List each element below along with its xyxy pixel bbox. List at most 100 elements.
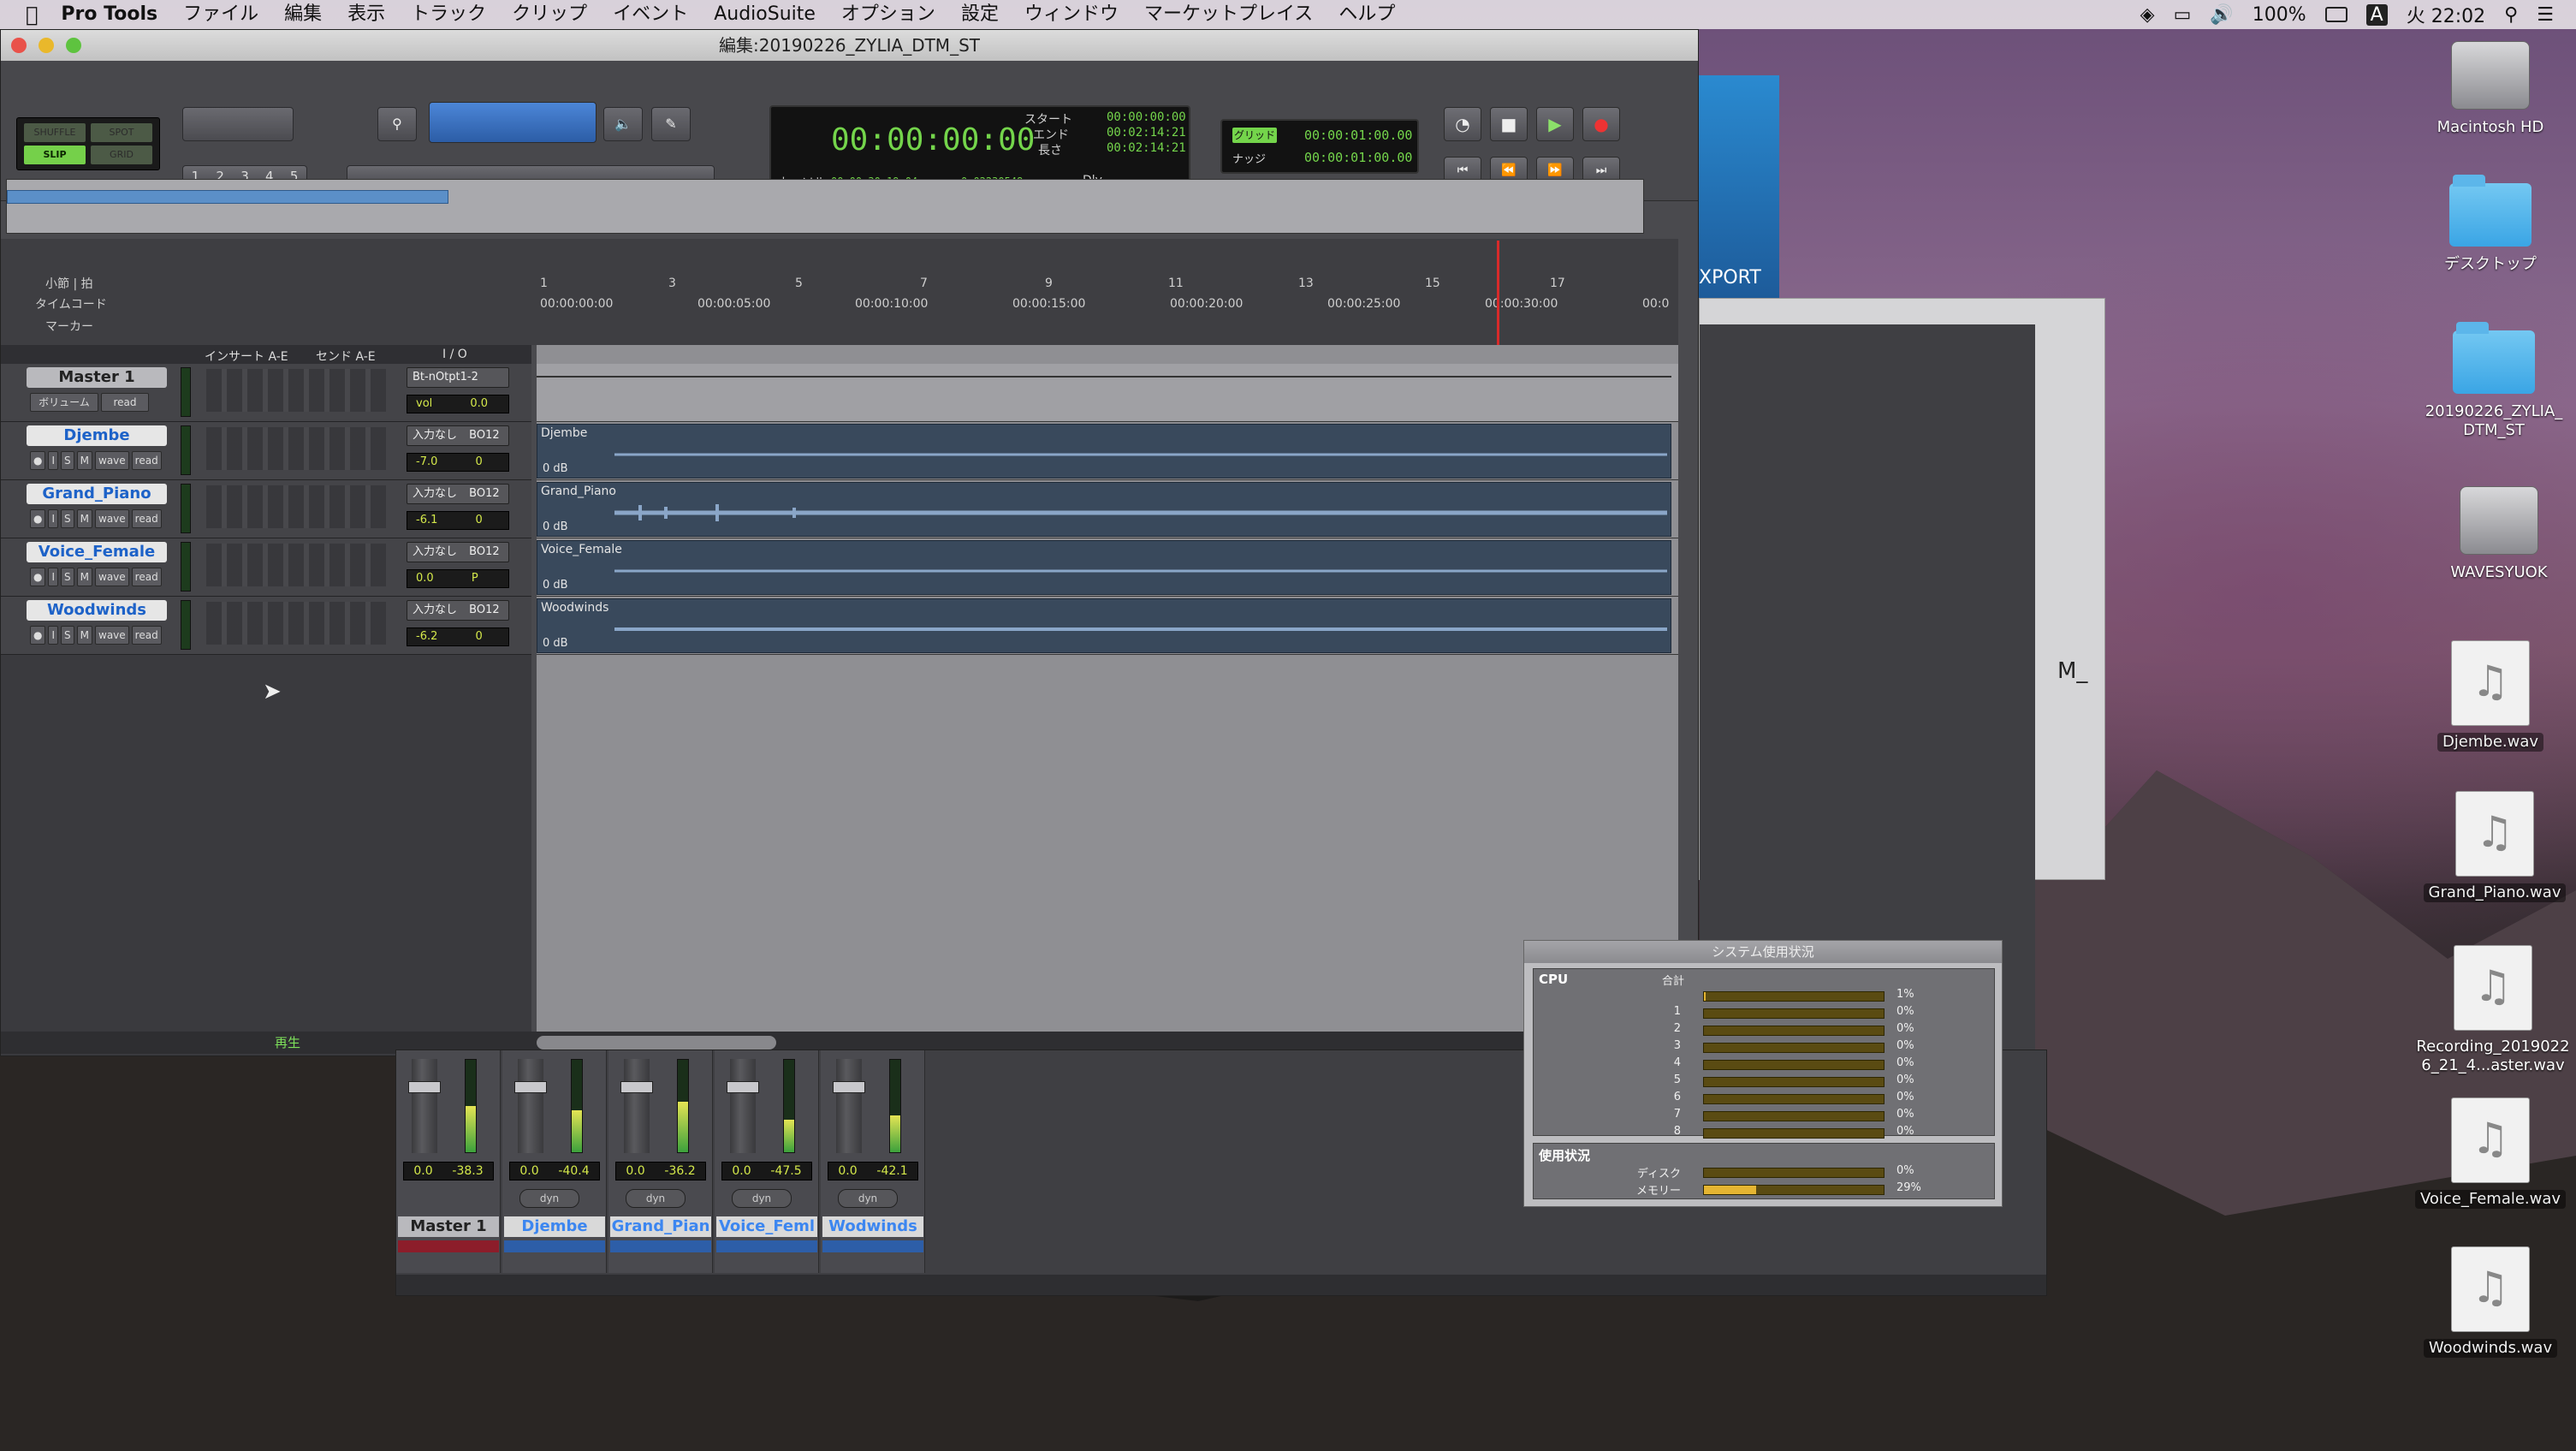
track-name[interactable]: Djembe	[27, 425, 167, 446]
mixer-strip[interactable]: 0.0 -36.2 dyn Grand_Pian	[608, 1050, 713, 1273]
record-enable-button[interactable]: ●	[30, 626, 46, 645]
insert-slots[interactable]	[206, 427, 386, 470]
zoomer-tool-button[interactable]: ⚲	[377, 107, 417, 141]
menu-setup[interactable]: 設定	[948, 0, 1012, 29]
strip-name[interactable]: Grand_Pian	[610, 1216, 711, 1237]
spotlight-icon[interactable]: ⚲	[2504, 4, 2518, 26]
strip-name[interactable]: Djembe	[504, 1216, 605, 1237]
track-djembe[interactable]: Djembe ● I S M wave read 入力なし BO12 -7.0 …	[1, 422, 531, 480]
shuffle-mode-button[interactable]: SHUFFLE	[24, 123, 86, 142]
strip-name[interactable]: Wodwinds	[822, 1216, 923, 1237]
fader-volume[interactable]: 0.0	[626, 1163, 644, 1180]
pencil-tool-button[interactable]: ✎	[651, 107, 691, 141]
mixer-strip[interactable]: 0.0 -42.1 dyn Wodwinds	[821, 1050, 925, 1273]
menu-marketplace[interactable]: マーケットプレイス	[1131, 0, 1326, 29]
sends-column-label[interactable]: センド A-E	[316, 348, 376, 365]
desktop-icon-grand-piano-wav[interactable]: ♫ Grand_Piano.wav	[2422, 791, 2567, 902]
strip-name[interactable]: Master 1	[398, 1216, 499, 1237]
automation-mode[interactable]: read	[101, 393, 149, 412]
solo-button[interactable]: S	[61, 568, 74, 586]
mixer-strip[interactable]: 0.0 -38.3 Master 1	[396, 1050, 501, 1273]
usage-label[interactable]: 使用状況	[1539, 1146, 1590, 1164]
track-view-select[interactable]: wave	[95, 568, 129, 586]
desktop-icon-voice-female-wav[interactable]: ♫ Voice_Female.wav	[2413, 1097, 2567, 1209]
automation-mode[interactable]: read	[131, 568, 162, 586]
apple-icon[interactable]: 	[0, 3, 48, 27]
grid-value[interactable]: 00:00:01:00.00	[1304, 128, 1412, 143]
menu-track[interactable]: トラック	[398, 0, 499, 29]
track-name[interactable]: Grand_Piano	[27, 484, 167, 504]
input-source[interactable]: A	[2365, 3, 2388, 26]
volume-icon[interactable]: 🔊	[2210, 4, 2233, 26]
selection-start[interactable]: 00:00:00:00	[1107, 110, 1186, 124]
dyn-button[interactable]: dyn	[519, 1189, 579, 1208]
record-enable-button[interactable]: ●	[30, 568, 46, 586]
mix-horizontal-scrollbar[interactable]	[396, 1275, 2046, 1295]
insert-slots[interactable]	[206, 544, 386, 586]
input-monitor-button[interactable]: I	[48, 626, 59, 645]
desktop-icon-djembe-wav[interactable]: ♫ Djembe.wav	[2422, 640, 2559, 752]
menu-clip[interactable]: クリップ	[499, 0, 600, 29]
volume-readout[interactable]: -6.1 0	[407, 511, 509, 530]
mute-button[interactable]: M	[76, 626, 93, 645]
edit-area[interactable]: Djembe 0 dB Grand_Piano 0 dB Voice_Femal…	[537, 345, 1678, 1056]
mute-button[interactable]: M	[76, 568, 93, 586]
output-select[interactable]: Bt-nOtpt1-2	[407, 367, 509, 388]
input-select[interactable]: 入力なし BO12	[407, 425, 509, 446]
audio-clip[interactable]: Grand_Piano 0 dB	[537, 482, 1671, 537]
nudge-value[interactable]: 00:00:01:00.00	[1304, 150, 1412, 165]
fader-volume[interactable]: 0.0	[413, 1163, 432, 1180]
online-button[interactable]: ◔	[1444, 107, 1481, 141]
fader-cap[interactable]	[833, 1081, 865, 1093]
input-monitor-button[interactable]: I	[48, 568, 59, 586]
desktop-icon-project-folder[interactable]: 20190226_ZYLIA_DTM_ST	[2422, 322, 2566, 440]
clip-lane[interactable]: Grand_Piano 0 dB	[537, 480, 1678, 538]
volume-readout[interactable]: vol 0.0	[407, 395, 509, 413]
clip-gain[interactable]: 0 dB	[543, 579, 568, 592]
clip-lane[interactable]: Voice_Female 0 dB	[537, 538, 1678, 597]
wifi-icon[interactable]: ◈	[2140, 4, 2155, 26]
audio-clip[interactable]: Djembe 0 dB	[537, 424, 1671, 479]
io-column-label[interactable]: I / O	[442, 348, 467, 361]
track-woodwinds[interactable]: Woodwinds ● I S M wave read 入力なし BO12 -6…	[1, 597, 531, 655]
dyn-button[interactable]: dyn	[732, 1189, 792, 1208]
insert-slots[interactable]	[206, 485, 386, 528]
dyn-button[interactable]: dyn	[838, 1189, 898, 1208]
fader-cap[interactable]	[408, 1081, 441, 1093]
track-name[interactable]: Woodwinds	[27, 600, 167, 621]
desktop-icon-woodwinds-wav[interactable]: ♫ Woodwinds.wav	[2413, 1246, 2567, 1358]
desktop-icon-desktop-folder[interactable]: デスクトップ	[2422, 175, 2559, 274]
main-counter-value[interactable]: 00:00:00:00	[831, 122, 1035, 158]
track-view-select[interactable]: wave	[95, 509, 129, 528]
timecode-ruler-label[interactable]: タイムコード	[35, 295, 107, 312]
clip-lane[interactable]: Djembe 0 dB	[537, 422, 1678, 480]
fader-cap[interactable]	[620, 1081, 653, 1093]
close-button[interactable]	[11, 38, 27, 53]
clip-gain[interactable]: 0 dB	[543, 637, 568, 650]
input-select[interactable]: 入力なし BO12	[407, 600, 509, 621]
record-enable-button[interactable]: ●	[30, 451, 46, 470]
fader-cap[interactable]	[727, 1081, 759, 1093]
play-button[interactable]: ▶	[1536, 107, 1574, 141]
inserts-column-label[interactable]: インサート A-E	[205, 348, 288, 365]
menu-help[interactable]: ヘルプ	[1326, 0, 1408, 29]
track-view-select[interactable]: ボリューム	[30, 393, 98, 412]
fader-volume[interactable]: 0.0	[519, 1163, 538, 1180]
fader-volume[interactable]: 0.0	[838, 1163, 857, 1180]
mixer-strip[interactable]: 0.0 -47.5 dyn Voice_Feml	[715, 1050, 819, 1273]
mute-button[interactable]: M	[76, 509, 93, 528]
track-voice-female[interactable]: Voice_Female ● I S M wave read 入力なし BO12…	[1, 538, 531, 597]
mixer-strip[interactable]: 0.0 -40.4 dyn Djembe	[502, 1050, 607, 1273]
solo-button[interactable]: S	[61, 451, 74, 470]
volume-readout[interactable]: -7.0 0	[407, 453, 509, 472]
strip-name[interactable]: Voice_Feml	[716, 1216, 817, 1237]
record-enable-button[interactable]: ●	[30, 509, 46, 528]
selection-length[interactable]: 00:02:14:21	[1107, 141, 1186, 155]
track-view-select[interactable]: wave	[95, 451, 129, 470]
clip-lane[interactable]: Woodwinds 0 dB	[537, 597, 1678, 655]
volume-readout[interactable]: 0.0 P	[407, 569, 509, 588]
menu-app-name[interactable]: Pro Tools	[48, 0, 170, 29]
speaker-tool-button[interactable]: 🔈	[603, 107, 643, 141]
desktop-icon-wavesyuok[interactable]: WAVESYUOK	[2431, 486, 2567, 582]
universe-overview[interactable]	[6, 179, 1644, 234]
